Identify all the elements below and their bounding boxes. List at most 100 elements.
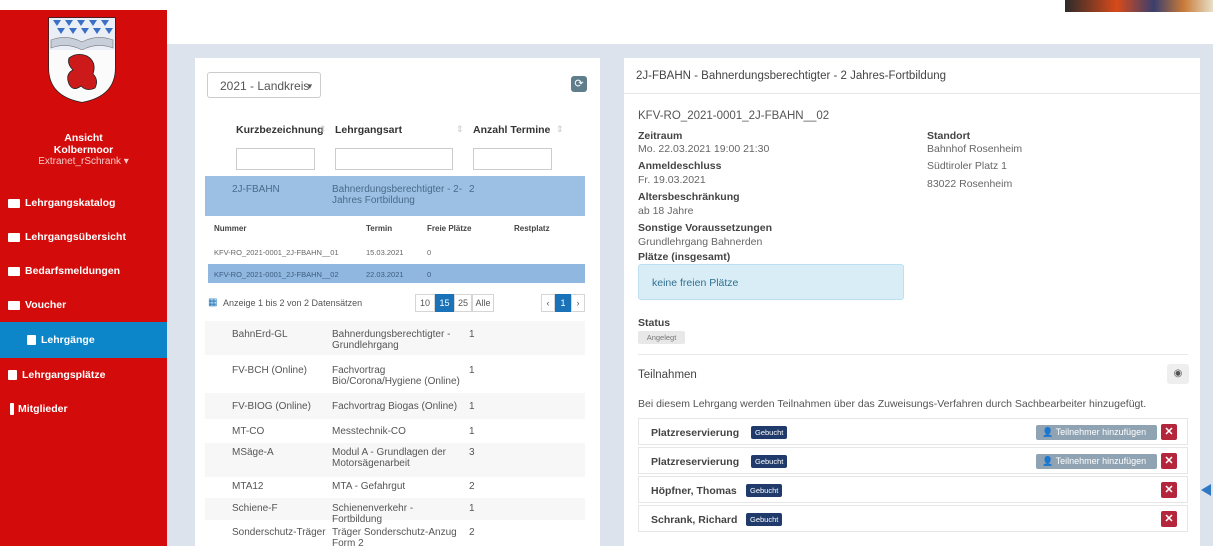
remove-button[interactable]: ✕	[1161, 424, 1177, 440]
filter-anzahl[interactable]	[473, 148, 552, 170]
termine-subtable: Nummer Termin Freie Plätze Restplatz KFV…	[208, 218, 585, 318]
cell-kurz: 2J-FBAHN	[232, 184, 280, 195]
slot-name: Platzreservierung	[651, 427, 740, 439]
cell-kurz: Sonderschutz-Träger	[232, 527, 326, 538]
user-dropdown[interactable]: Extranet_rSchrank ▾	[0, 156, 167, 168]
remove-button[interactable]: ✕	[1161, 511, 1177, 527]
column-header-lehrgangsart[interactable]: Lehrgangsart	[335, 124, 402, 136]
person-icon	[10, 403, 14, 415]
slot-name: Höpfner, Thomas	[651, 485, 737, 497]
table-row[interactable]: FV-BIOG (Online) Fachvortrag Biogas (Onl…	[205, 393, 585, 419]
standort-line-3: 83022 Rosenheim	[927, 178, 1013, 190]
prev-page-button[interactable]: ‹	[541, 294, 555, 312]
remove-button[interactable]: ✕	[1161, 482, 1177, 498]
table-row[interactable]: MT-CO Messtechnik-CO 1	[205, 419, 585, 443]
participant-slot: Platzreservierung Gebucht 👤 Teilnehmer h…	[638, 418, 1188, 445]
add-participant-button[interactable]: 👤 Teilnehmer hinzufügen	[1036, 425, 1157, 440]
zeitraum-value: Mo. 22.03.2021 19:00 21:30	[638, 143, 770, 155]
calendar-icon	[8, 370, 17, 380]
sidebar-item-lehrgangsplaetze[interactable]: Lehrgangsplätze	[0, 358, 167, 392]
table-row[interactable]: MSäge-A Modul A - Grundlagen der Motorsä…	[205, 443, 585, 477]
sort-icon[interactable]: ⇕	[456, 124, 464, 135]
add-participant-button[interactable]: 👤 Teilnehmer hinzufügen	[1036, 454, 1157, 469]
column-header-kurzbezeichnung[interactable]: Kurzbezeichnung	[236, 124, 324, 136]
sub-header-restplatz[interactable]: Restplatz	[514, 224, 550, 233]
year-select[interactable]: 2021 - Landkreis ▾	[207, 72, 321, 98]
close-icon: ✕	[1164, 455, 1174, 467]
card-icon	[8, 232, 20, 242]
gebucht-badge: Gebucht	[751, 426, 788, 439]
sidebar-item-label: Lehrgangsplätze	[22, 369, 106, 381]
filter-lehrgangsart[interactable]	[335, 148, 453, 170]
sub-header-termin[interactable]: Termin	[366, 224, 392, 233]
next-page-button[interactable]: ›	[571, 294, 585, 312]
cell-termin: 15.03.2021	[366, 248, 404, 257]
course-detail-panel: 2J-FBAHN - Bahnerdungsberechtigter - 2 J…	[624, 58, 1200, 546]
column-header-anzahl-termine[interactable]: Anzahl Termine	[473, 124, 550, 136]
sort-icon[interactable]: ⇕	[319, 124, 327, 135]
cell-kurz: Schiene-F	[232, 503, 278, 514]
eye-icon[interactable]: ◉	[1167, 364, 1189, 384]
termin-row[interactable]: KFV-RO_2021-0001_2J-FBAHN__01 15.03.2021…	[208, 242, 585, 261]
page-size-15[interactable]: 15	[435, 294, 454, 312]
remove-button[interactable]: ✕	[1161, 453, 1177, 469]
sidebar-item-mitglieder[interactable]: Mitglieder	[0, 392, 167, 426]
anmeldeschluss-label: Anmeldeschluss	[638, 160, 722, 172]
sidebar-item-label: Lehrgangskatalog	[25, 197, 116, 209]
cell-art: Fachvortrag Bio/Corona/Hygiene (Online)	[332, 365, 460, 387]
sidebar-item-label: Mitglieder	[18, 403, 68, 415]
slot-name: Schrank, Richard	[651, 514, 738, 526]
table-row[interactable]: FV-BCH (Online) Fachvortrag Bio/Corona/H…	[205, 355, 585, 393]
participant-slot: Höpfner, Thomas Gebucht ✕	[638, 476, 1188, 503]
cell-termin: 22.03.2021	[366, 270, 404, 279]
cell-art: Bahnerdungsberechtigter - Grundlehrgang	[332, 329, 451, 351]
standort-line-2: Südtiroler Platz 1	[927, 160, 1007, 172]
cell-art: Träger Sonderschutz-Anzug Form 2	[332, 527, 457, 546]
gebucht-badge: Gebucht	[746, 513, 783, 526]
cell-anzahl: 1	[469, 329, 475, 340]
envelope-icon	[8, 300, 20, 310]
coat-of-arms-logo	[48, 17, 116, 103]
zeitraum-label: Zeitraum	[638, 130, 683, 142]
gebucht-badge: Gebucht	[751, 455, 788, 468]
cell-art: MTA - Gefahrgut	[332, 481, 406, 492]
page-size-25[interactable]: 25	[454, 294, 472, 312]
user-info: Ansicht Kolbermoor Extranet_rSchrank ▾	[0, 132, 167, 168]
cell-anzahl: 3	[469, 447, 475, 458]
status-badge: Angelegt	[638, 331, 685, 344]
table-row[interactable]: BahnErd-GL Bahnerdungsberechtigter - Gru…	[205, 321, 585, 355]
cell-anzahl: 2	[469, 481, 475, 492]
teilnahmen-title: Teilnahmen	[638, 369, 697, 381]
page-size-10[interactable]: 10	[415, 294, 435, 312]
refresh-button[interactable]: ⟳	[571, 76, 587, 92]
sidebar-nav: Lehrgangskatalog Lehrgangsübersicht Beda…	[0, 186, 167, 426]
sort-icon[interactable]: ⇕	[556, 124, 564, 135]
sidebar-item-lehrgaenge[interactable]: Lehrgänge	[0, 322, 167, 358]
filter-kurzbezeichnung[interactable]	[236, 148, 315, 170]
sidebar-item-bedarfsmeldungen[interactable]: Bedarfsmeldungen	[0, 254, 167, 288]
sidebar-item-voucher[interactable]: Voucher	[0, 288, 167, 322]
sidebar-item-lehrgangsuebersicht[interactable]: Lehrgangsübersicht	[0, 220, 167, 254]
divider	[638, 354, 1188, 355]
standort-label: Standort	[927, 130, 971, 142]
termin-row-selected[interactable]: KFV-RO_2021-0001_2J-FBAHN__02 22.03.2021…	[208, 264, 585, 283]
page-1-button[interactable]: 1	[555, 294, 571, 312]
cell-kurz: MTA12	[232, 481, 264, 492]
sub-header-nummer[interactable]: Nummer	[214, 224, 246, 233]
page-size-all[interactable]: Alle	[472, 294, 494, 312]
cell-kurz: MT-CO	[232, 426, 265, 437]
table-row[interactable]: Sonderschutz-Träger Träger Sonderschutz-…	[205, 520, 585, 546]
cell-anzahl: 1	[469, 401, 475, 412]
top-band	[167, 0, 1213, 44]
cell-art: Bahnerdungsberechtigter - 2-Jahres Fortb…	[332, 184, 463, 206]
table-row-selected[interactable]: 2J-FBAHN Bahnerdungsberechtigter - 2-Jah…	[205, 176, 585, 216]
sidebar: Ansicht Kolbermoor Extranet_rSchrank ▾ L…	[0, 10, 167, 546]
sidebar-item-lehrgangskatalog[interactable]: Lehrgangskatalog	[0, 186, 167, 220]
plaetze-info-box: keine freien Plätze	[638, 264, 904, 300]
table-row[interactable]: Schiene-F Schienenverkehr - Fortbildung …	[205, 498, 585, 525]
voraussetzungen-label: Sonstige Voraussetzungen	[638, 222, 772, 234]
table-row[interactable]: MTA12 MTA - Gefahrgut 2	[205, 477, 585, 498]
anmeldeschluss-value: Fr. 19.03.2021	[638, 174, 706, 186]
sub-header-freie-plaetze[interactable]: Freie Plätze	[427, 224, 471, 233]
add-participant-label: Teilnehmer hinzufügen	[1055, 427, 1147, 437]
